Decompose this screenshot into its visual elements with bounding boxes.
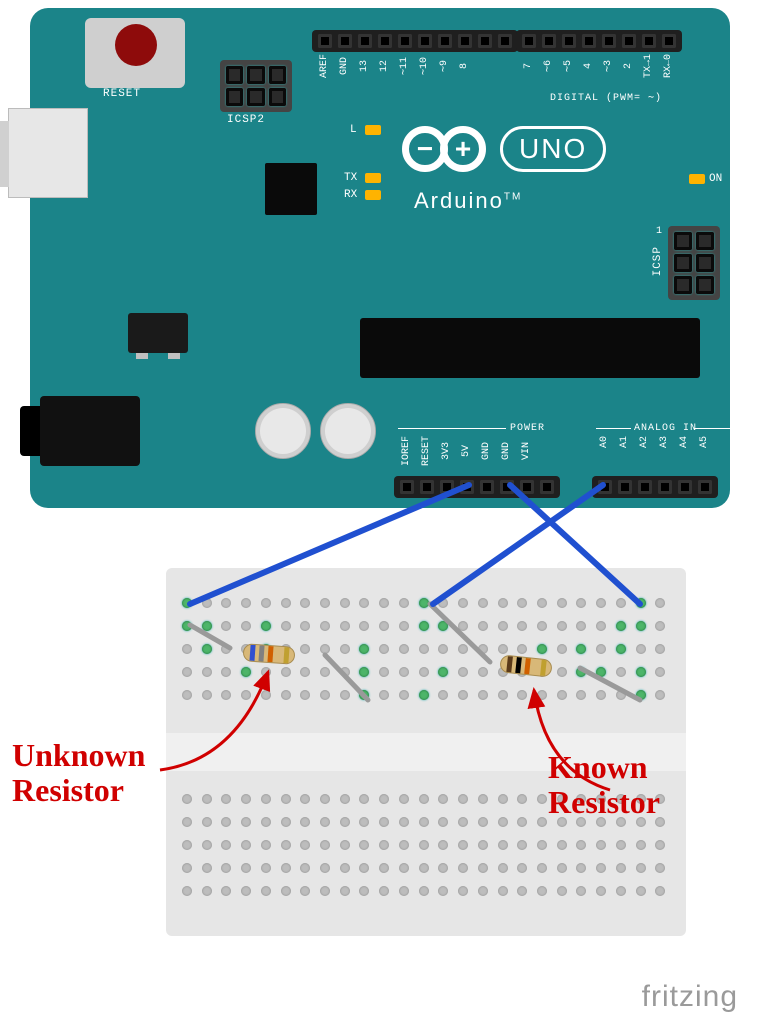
- capacitor-icon: [320, 403, 376, 459]
- led-ON-icon: [689, 174, 705, 184]
- annotation-unknown-resistor: Unknown Resistor: [12, 738, 145, 808]
- digital-pin-labels-left: AREF GND 13 12 ∼11 ∼10 ∼9 8: [318, 54, 472, 78]
- infinity-logo-icon: − +: [402, 126, 486, 172]
- analog-pin-labels: A0 A1 A2 A3 A4 A5: [598, 436, 712, 448]
- digital-header-left: [312, 30, 518, 52]
- led-L-label: L: [350, 124, 357, 136]
- icsp-pin1-label: 1: [656, 226, 662, 237]
- led-ON-label: ON: [709, 173, 722, 185]
- icsp-header: [668, 226, 720, 300]
- digital-pin-labels-right: 7 ∼6 ∼5 4 ∼3 2 TX→1 RX←0: [522, 54, 676, 78]
- icsp2-header: [220, 60, 292, 112]
- led-L-icon: [365, 125, 381, 135]
- diagram-stage: RESET ICSP2 AREF GND 13 12 ∼11 ∼10 ∼9 8 …: [0, 0, 758, 1024]
- led-TX-label: TX: [344, 172, 357, 184]
- uno-badge: UNO: [500, 126, 606, 172]
- power-header: [394, 476, 560, 498]
- led-TX-icon: [365, 173, 381, 183]
- icsp2-label: ICSP2: [227, 114, 265, 126]
- digital-header-right: [516, 30, 682, 52]
- reset-button: [115, 24, 157, 66]
- small-chip-icon: [265, 163, 317, 215]
- icsp-label: ICSP: [652, 246, 664, 276]
- atmega-chip-icon: [360, 318, 700, 378]
- arduino-uno-board: RESET ICSP2 AREF GND 13 12 ∼11 ∼10 ∼9 8 …: [30, 8, 730, 508]
- voltage-regulator-icon: [128, 313, 188, 353]
- arduino-logo: − + UNO: [402, 126, 606, 172]
- annotation-known-resistor: Known Resistor: [548, 750, 660, 820]
- power-pin-labels: IOREF RESET 3V3 5V GND GND VIN: [400, 436, 534, 466]
- led-RX-label: RX: [344, 189, 357, 201]
- led-RX-icon: [365, 190, 381, 200]
- barrel-jack-icon: [40, 396, 140, 466]
- arduino-name-label: ArduinoTM: [414, 188, 522, 214]
- analog-header: [592, 476, 718, 498]
- usb-port-icon: [8, 108, 88, 198]
- analog-section-label: ANALOG IN: [634, 423, 697, 434]
- power-section-label: POWER: [510, 423, 545, 434]
- unknown-resistor: [242, 643, 295, 665]
- digital-section-label: DIGITAL (PWM= ∼): [550, 92, 662, 104]
- reset-label: RESET: [103, 88, 141, 100]
- capacitor-icon: [255, 403, 311, 459]
- fritzing-watermark: fritzing: [642, 980, 738, 1014]
